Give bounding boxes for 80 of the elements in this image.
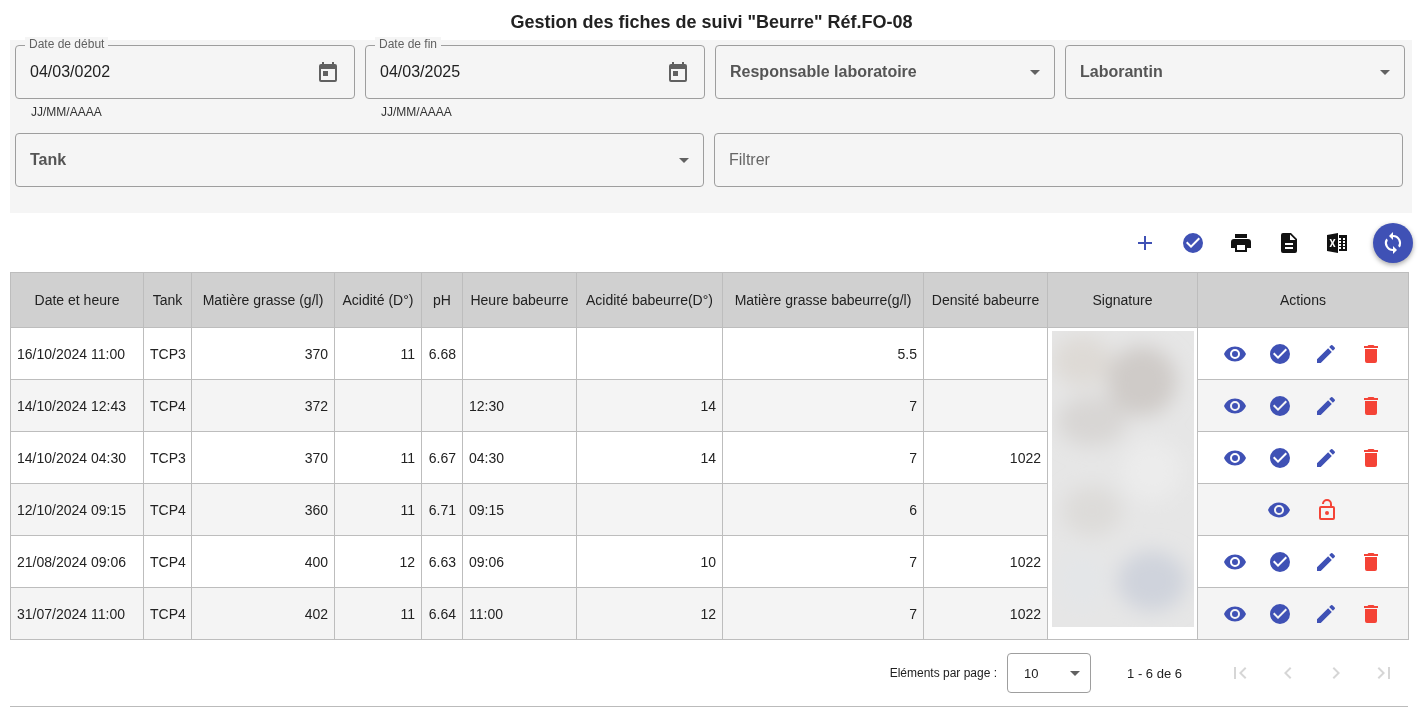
table-cell: 6.63 [428, 553, 456, 570]
table-cell: 372 [304, 397, 328, 414]
calendar-icon[interactable] [666, 60, 690, 84]
caret-icon [679, 157, 689, 163]
table-cell: 5.5 [897, 345, 917, 362]
table-cell: 1022 [1009, 553, 1041, 570]
field-label: Date de début [25, 37, 109, 51]
column-header: pH [421, 272, 463, 328]
table-cell: 7 [909, 397, 917, 414]
table-cell: 14 [700, 397, 716, 414]
column-header: Acidité (D°) [334, 272, 422, 328]
table-cell: 12 [700, 605, 716, 622]
table-cell: TCP4 [150, 605, 186, 622]
table-cell: 11 [400, 449, 415, 466]
table-cell: 11 [400, 345, 415, 362]
table-cell: TCP3 [150, 449, 186, 466]
table-cell: 14/10/2024 04:30 [17, 449, 126, 466]
table-cell: 1022 [1009, 449, 1041, 466]
table-cell: 1022 [1009, 605, 1041, 622]
caret-icon [1380, 69, 1390, 75]
table-cell: TCP4 [150, 501, 186, 518]
table-cell: 402 [304, 605, 328, 622]
search-field[interactable]: Filtrer [714, 133, 1403, 187]
column-header: Signature [1047, 272, 1198, 328]
table-cell: 6.71 [428, 501, 456, 518]
date-format-hint: JJ/MM/AAAA [380, 104, 453, 119]
table-cell: 7 [909, 449, 917, 466]
select-field[interactable]: Responsable laboratoire [715, 45, 1055, 99]
refresh-button[interactable] [1373, 223, 1413, 263]
print-icon[interactable] [1229, 231, 1253, 255]
table-cell: 10 [700, 553, 716, 570]
table-cell: 7 [909, 553, 917, 570]
spreadsheet-icon[interactable] [1325, 231, 1349, 255]
column-header: Tank [143, 272, 192, 328]
select-field[interactable]: Tank [15, 133, 704, 187]
table-cell: 11:00 [469, 605, 503, 622]
table-cell: 14/10/2024 12:43 [17, 397, 126, 414]
table-cell: TCP4 [150, 553, 186, 570]
table-cell: 6.68 [428, 345, 456, 362]
column-header: Matière grasse (g/l) [191, 272, 335, 328]
page-title: Gestion des fiches de suivi "Beurre" Réf.FO-08 [509, 12, 914, 33]
date-format-hint: JJ/MM/AAAA [30, 104, 103, 119]
table-cell: 31/07/2024 11:00 [17, 605, 125, 622]
table-cell: 21/08/2024 09:06 [17, 553, 126, 570]
table-cell: 6.67 [428, 449, 456, 466]
select-field[interactable]: Laborantin [1065, 45, 1405, 99]
table-cell: 6.64 [428, 605, 456, 622]
page-size-label: Eléments par page : [889, 666, 998, 680]
page-size-select[interactable]: 10 [1007, 653, 1092, 693]
field-value: 04/03/2025 [380, 63, 462, 81]
column-header: Actions [1197, 272, 1409, 328]
table-cell: 6 [909, 501, 917, 518]
table-cell: TCP3 [150, 345, 186, 362]
table-cell: 360 [304, 501, 328, 518]
field-label: Date de fin [375, 37, 442, 51]
table-cell: 12:30 [469, 397, 505, 414]
caret-icon [1030, 69, 1040, 75]
table-cell: 16/10/2024 11:00 [17, 345, 125, 362]
caret-icon [1070, 670, 1081, 676]
table-cell: TCP4 [150, 397, 186, 414]
table-cell: 7 [909, 605, 917, 622]
page-range: 1 - 6 de 6 [1127, 665, 1182, 681]
field-value: 04/03/0202 [30, 63, 112, 81]
table-cell: 11 [400, 501, 415, 518]
table-cell: 04:30 [469, 449, 505, 466]
table-cell: 370 [304, 345, 328, 362]
table-cell: 14 [700, 449, 716, 466]
column-header: Densité babeurre [923, 272, 1048, 328]
column-header: Heure babeurre [462, 272, 577, 328]
table-cell: 12/10/2024 09:15 [17, 501, 126, 518]
table-cell: 09:06 [469, 553, 505, 570]
column-header: Acidité babeurre(D°) [576, 272, 723, 328]
calendar-icon[interactable] [316, 60, 340, 84]
table-cell: 12 [399, 553, 415, 570]
table-cell: 09:15 [469, 501, 505, 518]
table-cell: 370 [304, 449, 328, 466]
column-header: Matière grasse babeurre(g/l) [722, 272, 924, 328]
column-header: Date et heure [10, 272, 144, 328]
table-cell: 400 [304, 553, 328, 570]
table-cell: 11 [400, 605, 415, 622]
